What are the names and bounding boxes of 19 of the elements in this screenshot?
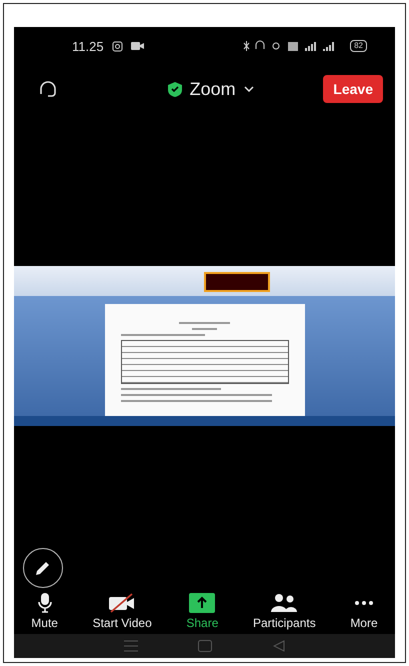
annotate-button[interactable] (23, 548, 63, 588)
toolbar-button[interactable]: Share (186, 593, 218, 630)
leave-button[interactable]: Leave (323, 75, 383, 103)
pencil-icon (34, 559, 52, 577)
toolbar-button[interactable]: Mute (31, 593, 58, 630)
more-dots-icon (354, 601, 374, 605)
video-camera-off-icon (108, 593, 136, 613)
microphone-icon (38, 593, 52, 613)
camera-icon (112, 40, 123, 52)
chevron-down-icon[interactable] (244, 86, 254, 92)
meeting-title[interactable]: Zoom (190, 78, 236, 100)
toolbar-button[interactable]: Start Video (92, 593, 152, 630)
toolbar-button[interactable]: More (350, 593, 378, 630)
battery-level: 82 (350, 40, 367, 52)
toolbar-button[interactable]: Participants (253, 593, 316, 630)
headset-icon[interactable] (38, 80, 58, 98)
clock-time: 11.25 (72, 38, 104, 54)
people-icon (270, 593, 298, 613)
video-icon (130, 42, 144, 50)
